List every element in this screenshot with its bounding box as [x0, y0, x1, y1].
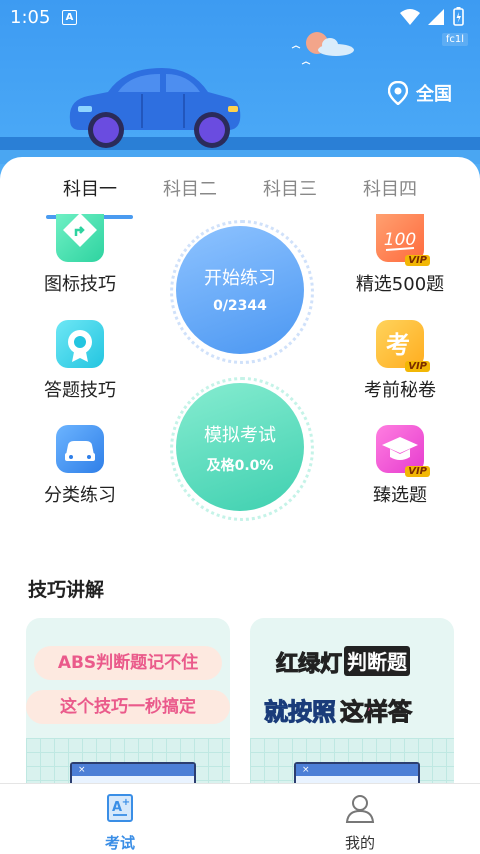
- start-practice-button[interactable]: 开始练习 0/2344: [170, 220, 314, 364]
- tip-text-blue: 就按照: [264, 698, 337, 727]
- svg-text:A: A: [112, 800, 122, 815]
- feature-label: 分类练习: [44, 485, 116, 506]
- nav-label: 考试: [104, 834, 135, 852]
- tab-subject-4[interactable]: 科目四: [340, 175, 440, 201]
- tip-card-abs[interactable]: ABS判断题记不住 这个技巧一秒搞定 ×: [26, 618, 230, 793]
- battery-icon: [453, 7, 464, 26]
- nav-profile[interactable]: 我的: [300, 792, 420, 853]
- feature-500-questions[interactable]: 100 VIP 精选500题: [330, 214, 470, 296]
- vip-badge: VIP: [405, 255, 430, 266]
- sun-cloud-illustration: [291, 32, 354, 65]
- tip-card-traffic-light[interactable]: 红绿灯 判断题 就按照 这样答 ×: [250, 618, 454, 793]
- status-bar: 1:05 A fc1l: [0, 0, 480, 46]
- location-pin-icon: [388, 81, 408, 105]
- mock-exam-pass-rate: 及格0.0%: [206, 458, 274, 474]
- tab-subject-2[interactable]: 科目二: [140, 175, 240, 201]
- nav-label: 我的: [344, 834, 375, 852]
- feature-label: 答题技巧: [44, 380, 116, 401]
- feature-category-practice[interactable]: 分类练习: [10, 425, 150, 507]
- tip-text-pink: 这样答: [340, 698, 413, 727]
- wifi-icon: [400, 9, 420, 25]
- feature-sign-tips[interactable]: 图标技巧: [10, 213, 150, 296]
- feature-label: 精选500题: [355, 274, 445, 295]
- close-icon: ×: [296, 764, 418, 776]
- close-icon: ×: [72, 764, 194, 776]
- a-icon: A: [62, 10, 77, 25]
- carrier-label: fc1l: [441, 33, 468, 46]
- feature-premium-questions[interactable]: VIP 臻选题: [330, 425, 470, 507]
- feature-label: 图标技巧: [44, 274, 116, 295]
- tip-line: ABS判断题记不住: [34, 646, 222, 680]
- exam-paper-icon: A +: [107, 794, 133, 822]
- location-selector[interactable]: 全国: [388, 80, 452, 106]
- car-icon: [56, 425, 104, 473]
- tip-text-dark: 判断题: [344, 646, 411, 676]
- status-time: 1:05: [10, 7, 51, 28]
- score-100-icon: 100 VIP: [376, 214, 430, 266]
- mock-exam-title: 模拟考试: [204, 425, 276, 446]
- nav-exam[interactable]: A + 考试: [60, 792, 180, 853]
- location-label: 全国: [416, 84, 452, 105]
- feature-label: 考前秘卷: [364, 380, 436, 401]
- feature-answer-tips[interactable]: 答题技巧: [10, 320, 150, 402]
- tip-text-pink: 红绿灯: [275, 652, 343, 678]
- tab-subject-3[interactable]: 科目三: [240, 175, 340, 201]
- car-illustration: [69, 68, 241, 148]
- signal-icon: [428, 9, 444, 25]
- feature-label: 臻选题: [373, 485, 427, 506]
- svg-text:+: +: [122, 797, 130, 808]
- practice-title: 开始练习: [204, 268, 276, 289]
- exam-icon: 考 VIP: [376, 320, 430, 372]
- vip-badge: VIP: [405, 361, 430, 372]
- tip-line: 这个技巧一秒搞定: [26, 690, 230, 724]
- tab-subject-1[interactable]: 科目一: [40, 175, 140, 201]
- svg-text:100: 100: [384, 230, 416, 250]
- mock-exam-button[interactable]: 模拟考试 及格0.0%: [170, 377, 314, 521]
- feature-secret-paper[interactable]: 考 VIP 考前秘卷: [330, 320, 470, 402]
- tips-section-title: 技巧讲解: [28, 579, 105, 601]
- signpost-icon: [56, 213, 104, 262]
- tip-heading-row: 红绿灯 判断题: [275, 646, 411, 678]
- tip-subheading-row: 就按照 这样答: [264, 692, 413, 727]
- badge-icon: [56, 320, 104, 368]
- vip-badge: VIP: [405, 466, 430, 477]
- practice-progress: 0/2344: [213, 298, 267, 314]
- graduation-cap-icon: VIP: [376, 425, 430, 477]
- svg-text:考: 考: [386, 331, 410, 359]
- system-icons: [398, 6, 472, 32]
- bottom-navigation: A + 考试 我的: [0, 783, 480, 854]
- user-icon: [345, 795, 375, 823]
